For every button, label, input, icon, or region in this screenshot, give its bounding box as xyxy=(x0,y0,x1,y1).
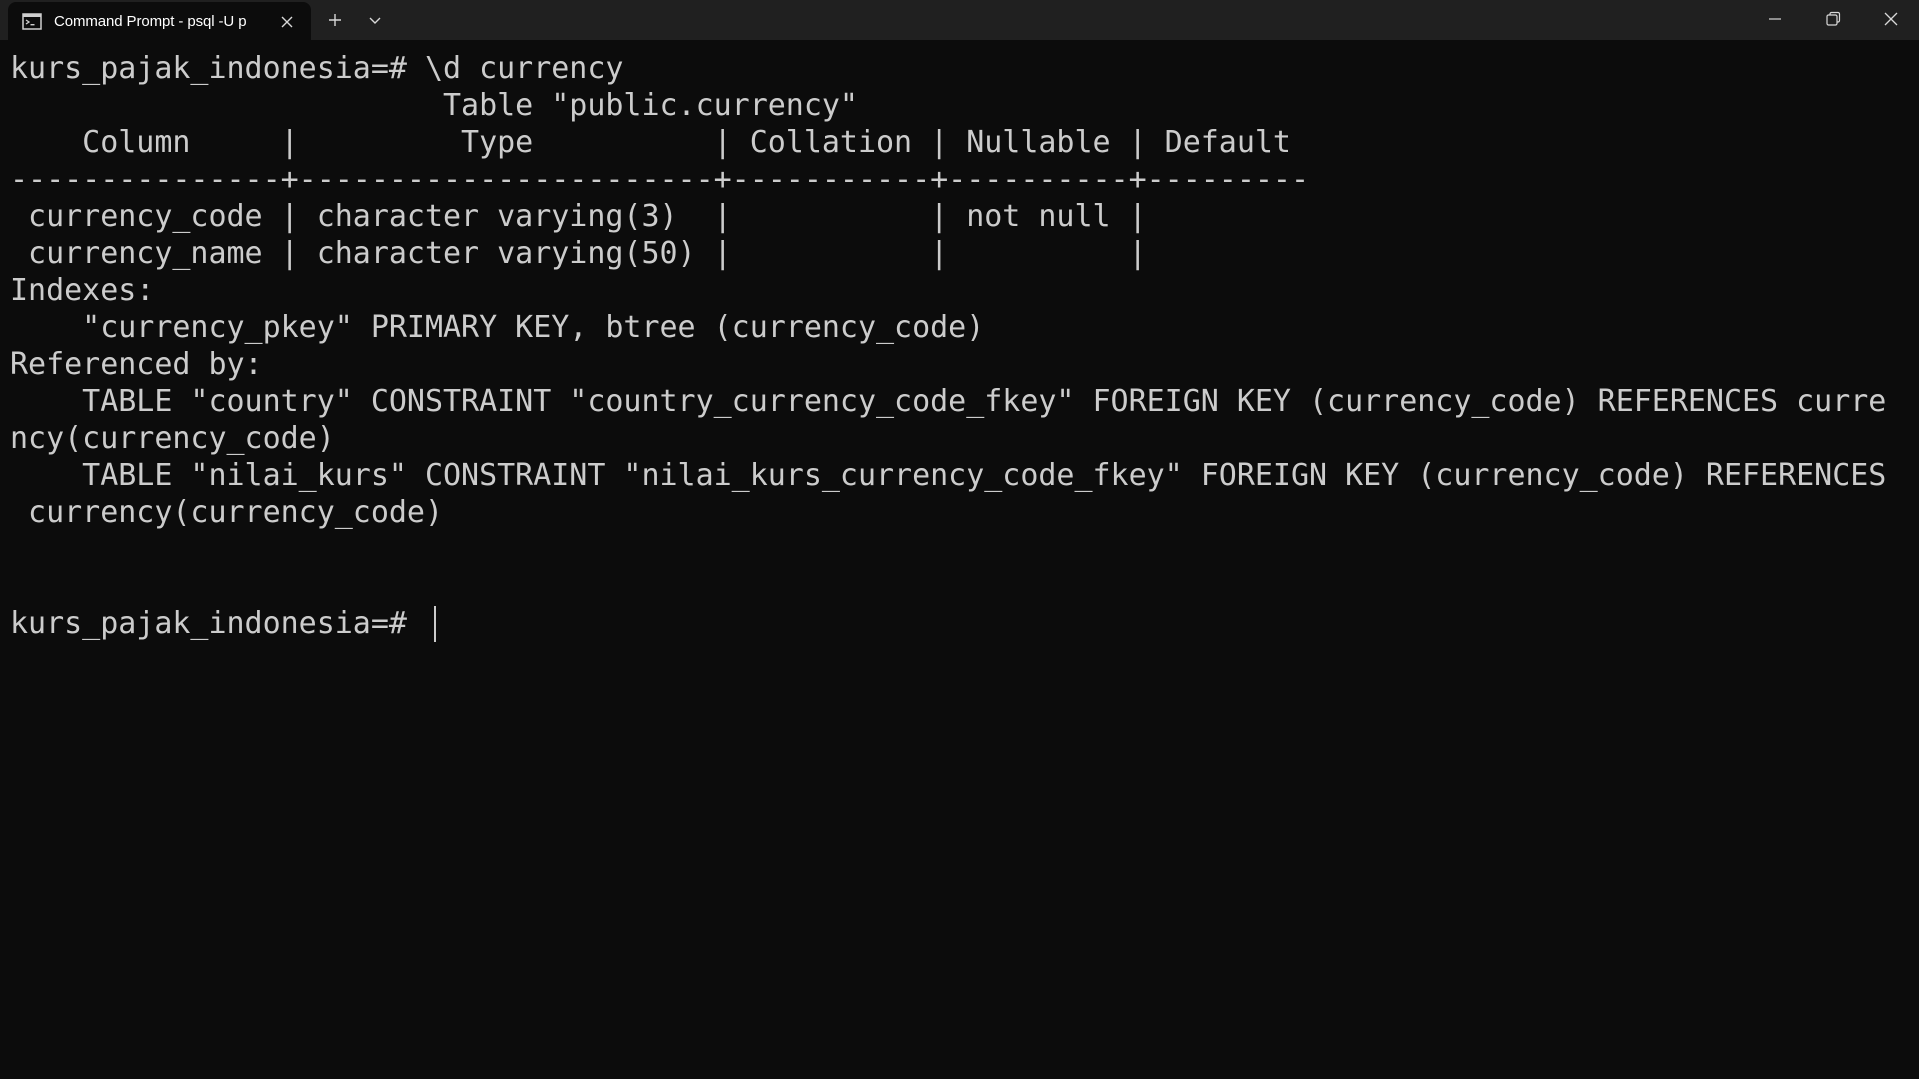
terminal-icon xyxy=(22,13,42,35)
minimize-icon[interactable] xyxy=(1746,0,1804,38)
title-bar: Command Prompt - psql -U p xyxy=(0,0,1919,40)
text-cursor xyxy=(434,606,436,642)
chevron-down-icon[interactable] xyxy=(364,9,386,31)
tab-command-prompt[interactable]: Command Prompt - psql -U p xyxy=(8,2,311,40)
terminal-line: kurs_pajak_indonesia=# \d currency xyxy=(10,51,624,86)
tab-title: Command Prompt - psql -U p xyxy=(54,13,247,30)
terminal-output[interactable]: kurs_pajak_indonesia=# \d currency Table… xyxy=(10,50,1910,1070)
terminal-line: "currency_pkey" PRIMARY KEY, btree (curr… xyxy=(10,310,985,345)
terminal-line: ncy(currency_code) xyxy=(10,421,335,456)
terminal-line: Indexes: xyxy=(10,273,155,308)
plus-icon[interactable] xyxy=(324,9,346,31)
terminal-line: TABLE "nilai_kurs" CONSTRAINT "nilai_kur… xyxy=(10,458,1887,493)
terminal-line: ---------------+-----------------------+… xyxy=(10,162,1309,197)
restore-icon[interactable] xyxy=(1804,0,1862,38)
terminal-line: currency_name | character varying(50) | … xyxy=(10,236,1147,271)
window-close-icon[interactable] xyxy=(1862,0,1919,38)
terminal-line: Table "public.currency" xyxy=(10,88,858,123)
terminal-line: TABLE "country" CONSTRAINT "country_curr… xyxy=(10,384,1887,419)
terminal-line: currency(currency_code) xyxy=(10,495,443,530)
terminal-line: Column | Type | Collation | Nullable | D… xyxy=(10,125,1291,160)
terminal-line: Referenced by: xyxy=(10,347,263,382)
terminal-line: currency_code | character varying(3) | |… xyxy=(10,199,1147,234)
terminal-prompt: kurs_pajak_indonesia=# xyxy=(10,606,425,641)
close-icon[interactable] xyxy=(278,13,296,31)
